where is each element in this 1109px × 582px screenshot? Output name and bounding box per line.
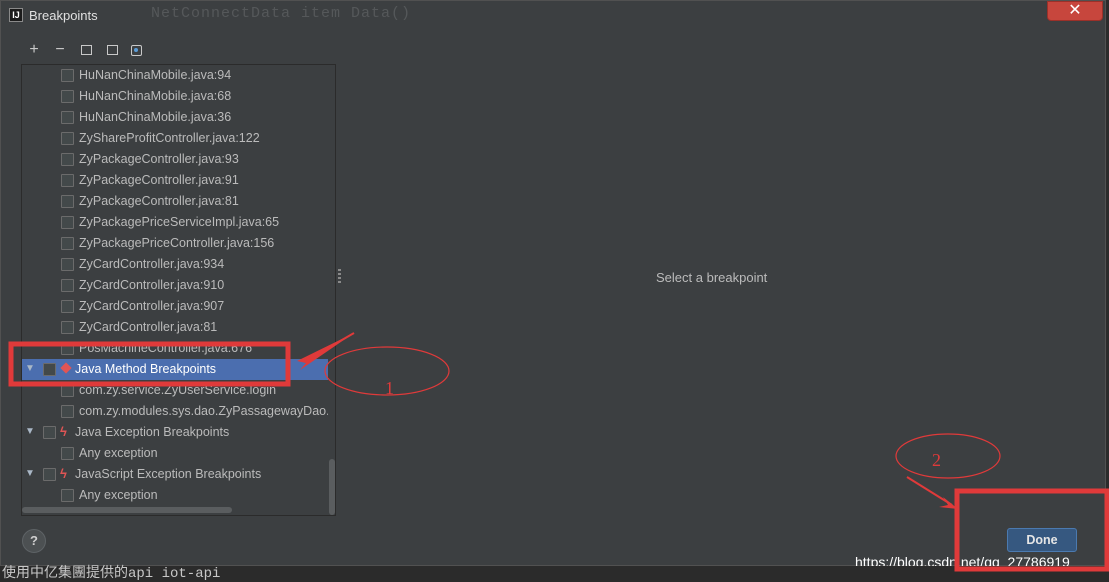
breakpoint-checkbox[interactable] xyxy=(61,132,74,145)
breakpoint-label: ZyPackageController.java:91 xyxy=(79,173,239,187)
breakpoint-label: Any exception xyxy=(79,488,158,502)
breakpoint-label: ZyPackageController.java:81 xyxy=(79,194,239,208)
group-checkbox[interactable] xyxy=(43,468,56,481)
breakpoint-label: ZyCardController.java:81 xyxy=(79,320,218,334)
breakpoint-row[interactable]: ZyPackagePriceController.java:156 xyxy=(22,233,328,254)
group-by-package-icon[interactable] xyxy=(81,45,92,55)
tree-vertical-scrollbar[interactable] xyxy=(328,65,335,515)
add-breakpoint-button[interactable]: + xyxy=(25,41,43,59)
breakpoint-row[interactable]: HuNanChinaMobile.java:94 xyxy=(22,65,328,86)
breakpoint-label: ZyPackagePriceServiceImpl.java:65 xyxy=(79,215,280,229)
breakpoint-checkbox[interactable] xyxy=(61,447,74,460)
breakpoint-row[interactable]: Any exception xyxy=(22,485,328,506)
group-checkbox[interactable] xyxy=(43,363,56,376)
group-by-class-icon[interactable] xyxy=(131,45,142,56)
tree-horizontal-scrollbar[interactable] xyxy=(22,507,232,513)
breakpoint-row[interactable]: ZyPackageController.java:81 xyxy=(22,191,328,212)
breakpoint-row[interactable]: ZyCardController.java:910 xyxy=(22,275,328,296)
title-bar[interactable]: IJ Breakpoints NetConnectData item Data(… xyxy=(1,1,1105,29)
breakpoint-row[interactable]: PosMachineController.java:676 xyxy=(22,338,328,359)
breakpoint-label: com.zy.modules.sys.dao.ZyPassagewayDao.c xyxy=(79,404,336,418)
breakpoint-row[interactable]: ZyCardController.java:907 xyxy=(22,296,328,317)
breakpoint-row[interactable]: ZyPackagePriceServiceImpl.java:65 xyxy=(22,212,328,233)
annotation-label-2: 2 xyxy=(932,450,941,470)
breakpoint-label: HuNanChinaMobile.java:94 xyxy=(79,68,232,82)
breakpoint-checkbox[interactable] xyxy=(61,153,74,166)
method-breakpoint-icon xyxy=(60,362,72,374)
breakpoint-label: Any exception xyxy=(79,446,158,460)
breakpoint-checkbox[interactable] xyxy=(61,237,74,250)
breakpoint-row[interactable]: ZyCardController.java:81 xyxy=(22,317,328,338)
breakpoint-row[interactable]: HuNanChinaMobile.java:36 xyxy=(22,107,328,128)
expand-arrow-icon[interactable]: ▼ xyxy=(25,426,35,437)
breakpoint-checkbox[interactable] xyxy=(61,111,74,124)
breakpoint-label: ZyCardController.java:910 xyxy=(79,278,225,292)
breakpoint-label: ZyPackageController.java:93 xyxy=(79,152,239,166)
annotation-label-1: 1 xyxy=(385,378,394,398)
breakpoint-label: PosMachineController.java:676 xyxy=(79,341,253,355)
breakpoint-row[interactable]: com.zy.service.ZyUserService.login xyxy=(22,380,328,401)
breakpoint-label: ZyShareProfitController.java:122 xyxy=(79,131,260,145)
breakpoint-group-row[interactable]: ▼ ϟ JavaScript Exception Breakpoints xyxy=(22,464,328,485)
close-button[interactable]: ✕ xyxy=(1047,1,1103,21)
breakpoint-label: HuNanChinaMobile.java:36 xyxy=(79,110,232,124)
background-editor-text: 使用中亿集團提供的api iot-api xyxy=(0,566,1109,582)
breakpoint-checkbox[interactable] xyxy=(61,279,74,292)
background-code-text: NetConnectData item Data() xyxy=(151,5,412,22)
breakpoint-checkbox[interactable] xyxy=(61,342,74,355)
breakpoints-dialog: IJ Breakpoints NetConnectData item Data(… xyxy=(0,0,1106,566)
breakpoint-checkbox[interactable] xyxy=(61,300,74,313)
breakpoint-checkbox[interactable] xyxy=(61,216,74,229)
breakpoint-label: ZyPackagePriceController.java:156 xyxy=(79,236,275,250)
group-by-file-icon[interactable] xyxy=(107,45,118,55)
breakpoint-label: ZyCardController.java:934 xyxy=(79,257,225,271)
breakpoint-row[interactable]: ZyShareProfitController.java:122 xyxy=(22,128,328,149)
breakpoint-label: ZyCardController.java:907 xyxy=(79,299,225,313)
group-label: Java Exception Breakpoints xyxy=(75,425,230,439)
breakpoint-group-row[interactable]: ▼ Java Method Breakpoints xyxy=(22,359,328,380)
expand-arrow-icon[interactable]: ▼ xyxy=(25,363,35,374)
help-button[interactable]: ? xyxy=(22,529,46,553)
dialog-title: Breakpoints xyxy=(29,8,98,23)
breakpoint-checkbox[interactable] xyxy=(61,384,74,397)
done-button[interactable]: Done xyxy=(1007,528,1077,552)
group-checkbox[interactable] xyxy=(43,426,56,439)
exception-breakpoint-icon: ϟ xyxy=(60,424,67,439)
breakpoint-row[interactable]: ZyPackageController.java:93 xyxy=(22,149,328,170)
breakpoint-checkbox[interactable] xyxy=(61,258,74,271)
intellij-app-icon: IJ xyxy=(9,8,23,22)
breakpoint-checkbox[interactable] xyxy=(61,69,74,82)
remove-breakpoint-button[interactable]: − xyxy=(51,41,69,59)
tree-vertical-scroll-thumb[interactable] xyxy=(329,459,335,515)
breakpoints-tree[interactable]: Any exception ▼ ϟ JavaScript Exception Brea… xyxy=(21,64,336,516)
breakpoint-label: HuNanChinaMobile.java:68 xyxy=(79,89,232,103)
group-label: JavaScript Exception Breakpoints xyxy=(75,467,262,481)
breakpoint-checkbox[interactable] xyxy=(61,174,74,187)
breakpoint-row[interactable]: HuNanChinaMobile.java:68 xyxy=(22,86,328,107)
expand-arrow-icon[interactable]: ▼ xyxy=(25,468,35,479)
breakpoint-row[interactable]: ZyPackageController.java:91 xyxy=(22,170,328,191)
group-label: Java Method Breakpoints xyxy=(75,362,217,376)
exception-breakpoint-icon: ϟ xyxy=(60,466,67,481)
pane-splitter[interactable] xyxy=(338,269,341,285)
breakpoint-checkbox[interactable] xyxy=(61,489,74,502)
breakpoint-row[interactable]: Any exception xyxy=(22,443,328,464)
breakpoint-group-row[interactable]: ▼ ϟ Java Exception Breakpoints xyxy=(22,422,328,443)
breakpoint-checkbox[interactable] xyxy=(61,90,74,103)
breakpoint-checkbox[interactable] xyxy=(61,195,74,208)
breakpoint-row[interactable]: com.zy.modules.sys.dao.ZyPassagewayDao.c xyxy=(22,401,335,422)
breakpoint-checkbox[interactable] xyxy=(61,405,74,418)
breakpoint-checkbox[interactable] xyxy=(61,321,74,334)
breakpoint-label: com.zy.service.ZyUserService.login xyxy=(79,383,277,397)
breakpoint-row[interactable]: ZyCardController.java:934 xyxy=(22,254,328,275)
select-breakpoint-hint: Select a breakpoint xyxy=(656,270,768,285)
